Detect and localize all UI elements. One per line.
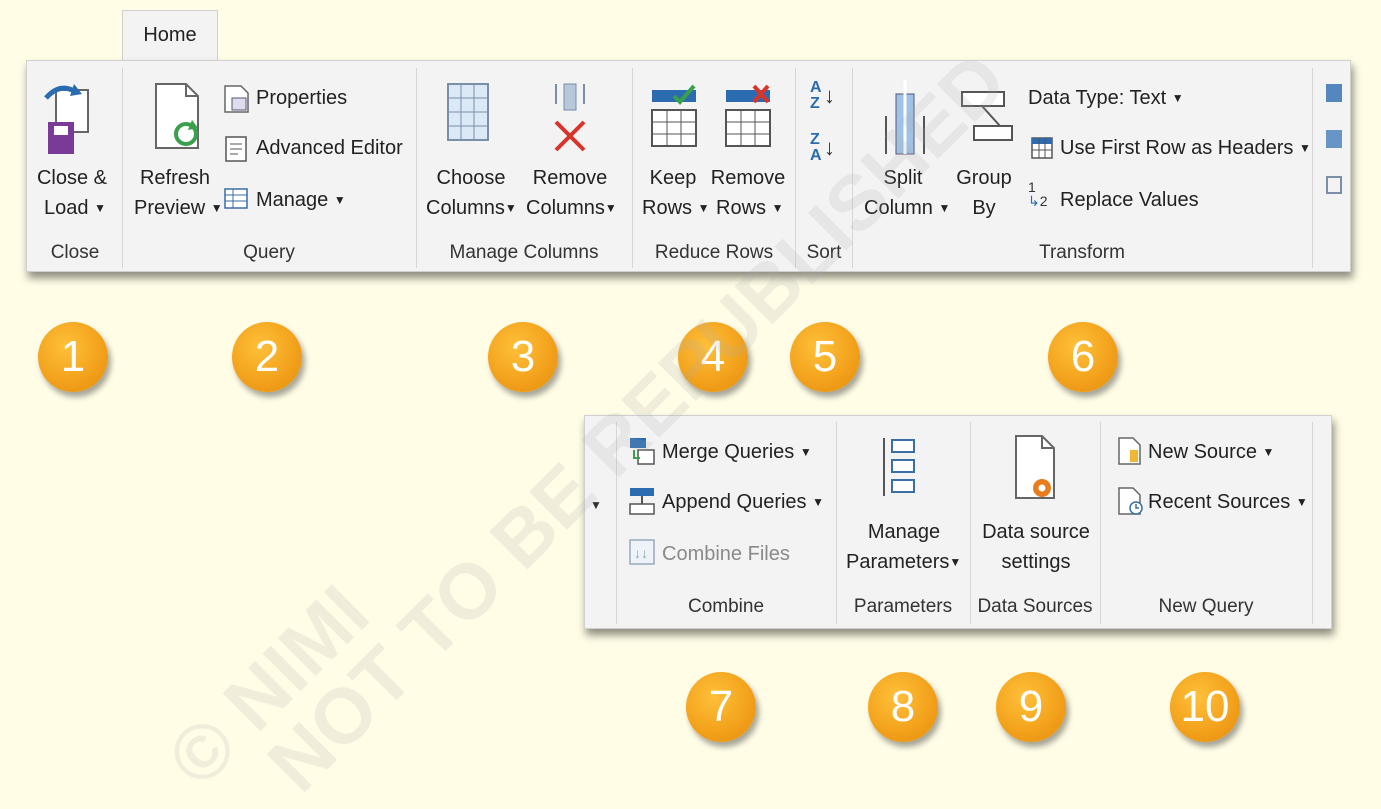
use-first-row-icon (1031, 137, 1053, 159)
data-source-settings-label-1: Data source (982, 521, 1090, 543)
properties-icon (224, 85, 249, 113)
data-type-dropdown[interactable]: Data Type: Text ▼ (1028, 86, 1184, 110)
group-label-combine: Combine (687, 596, 765, 617)
separator (1312, 68, 1313, 268)
badge-6: 6 (1048, 322, 1118, 392)
remove-columns-label-1: Remove (532, 167, 608, 189)
close-load-icon (44, 84, 89, 154)
badge-10: 10 (1170, 672, 1240, 742)
manage-parameters-label-1: Manage (867, 521, 941, 543)
choose-columns-icon (447, 83, 489, 141)
replace-values-label: Replace Values (1060, 189, 1199, 211)
close-load-label-2: Load ▼ (44, 197, 106, 219)
badge-3: 3 (488, 322, 558, 392)
remove-columns-icon (554, 83, 586, 152)
manage-parameters-icon (883, 438, 915, 496)
badge-7: 7 (686, 672, 756, 742)
close-load-label-1: Close & (36, 167, 108, 189)
data-source-settings-label-2: settings (1001, 551, 1071, 573)
manage-icon (224, 188, 248, 209)
remove-rows-icon (725, 84, 771, 147)
badge-5: 5 (790, 322, 860, 392)
badge-2: 2 (232, 322, 302, 392)
group-by-label-2: By (972, 197, 996, 219)
group-label-close: Close (50, 242, 100, 263)
svg-text:↓↓: ↓↓ (634, 545, 648, 561)
sort-ascending-icon[interactable]: A Z ↓ (810, 80, 835, 112)
replace-values-icon: 1 ↳2 (1028, 179, 1048, 209)
cutoff-combine-icon[interactable] (1326, 176, 1342, 194)
separator (970, 422, 971, 624)
remove-rows-label-1: Remove (710, 167, 786, 189)
badge-8: 8 (868, 672, 938, 742)
use-first-row-label: Use First Row as Headers ▼ (1060, 137, 1311, 159)
remove-rows-label-2: Rows ▼ (716, 197, 784, 219)
separator (1100, 422, 1101, 624)
separator (416, 68, 417, 268)
group-label-new-query: New Query (1158, 596, 1254, 617)
refresh-icon (155, 83, 199, 149)
recent-sources-icon (1118, 487, 1143, 515)
combine-files-icon: ↓↓ (629, 539, 655, 565)
manage-parameters-label-2: Parameters▼ (846, 551, 962, 573)
append-queries-label: Append Queries ▼ (662, 491, 824, 513)
group-label-parameters: Parameters (853, 596, 953, 617)
group-by-label-1: Group (956, 167, 1012, 189)
recent-sources-label: Recent Sources ▼ (1148, 491, 1308, 513)
separator (1312, 422, 1313, 624)
separator (632, 68, 633, 268)
choose-columns-label-2: Columns▼ (426, 197, 517, 219)
badge-9: 9 (996, 672, 1066, 742)
data-source-settings-icon (1015, 435, 1055, 499)
properties-label: Properties (256, 87, 348, 109)
refresh-label-1: Refresh (139, 167, 211, 189)
group-label-manage-columns: Manage Columns (449, 242, 599, 263)
group-label-data-sources: Data Sources (977, 596, 1093, 617)
new-source-icon (1118, 437, 1141, 465)
choose-columns-label-1: Choose (436, 167, 506, 189)
badge-1: 1 (38, 322, 108, 392)
keep-rows-label-1: Keep (649, 167, 697, 189)
tab-home[interactable]: Home (122, 10, 218, 62)
combine-files-label: Combine Files (662, 543, 790, 565)
manage-label: Manage ▼ (256, 189, 346, 211)
keep-rows-icon (651, 84, 697, 147)
new-source-label: New Source ▼ (1148, 441, 1275, 463)
remove-columns-label-2: Columns▼ (526, 197, 617, 219)
refresh-label-2: Preview ▼ (134, 197, 223, 219)
separator (122, 68, 123, 268)
advanced-editor-icon (225, 136, 247, 162)
cutoff-merge-icon[interactable] (1326, 84, 1342, 102)
sort-descending-icon[interactable]: Z A ↓ (810, 132, 835, 164)
advanced-editor-label: Advanced Editor (256, 137, 403, 159)
separator (836, 422, 837, 624)
cutoff-append-icon[interactable] (1326, 130, 1342, 148)
merge-queries-label: Merge Queries ▼ (662, 441, 812, 463)
group-label-query: Query (243, 242, 295, 263)
keep-rows-label-2: Rows ▼ (642, 197, 710, 219)
group-label-transform: Transform (1039, 242, 1125, 263)
